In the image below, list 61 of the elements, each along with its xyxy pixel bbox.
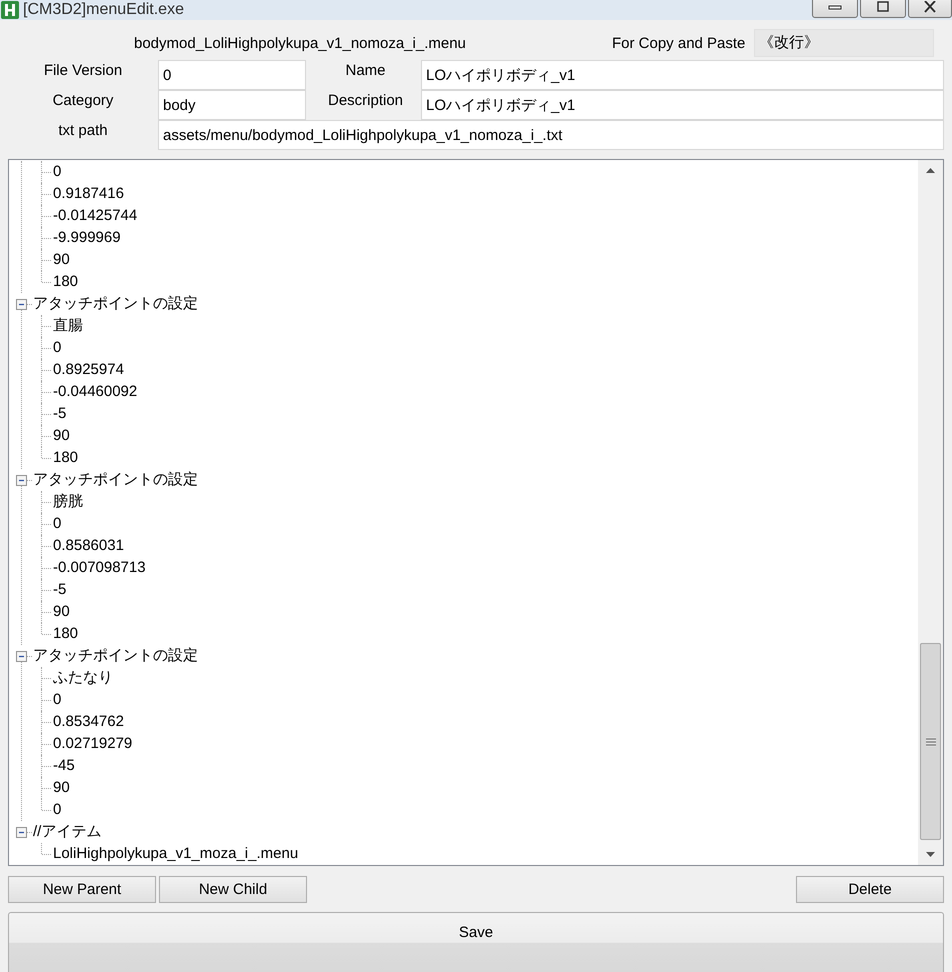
tree-node[interactable]: アタッチポイントの設定 (32, 470, 199, 490)
copy-paste-label: For Copy and Paste (612, 34, 746, 52)
tree-node[interactable]: 90 (52, 778, 71, 798)
tree-node[interactable]: アタッチポイントの設定 (32, 646, 199, 666)
tree-node[interactable]: 0.8586031 (52, 536, 125, 556)
collapse-icon[interactable] (16, 474, 27, 486)
tree-node[interactable]: 直腸 (52, 316, 84, 336)
tree-node[interactable]: 90 (52, 426, 71, 446)
collapse-icon[interactable] (16, 650, 27, 662)
field-label: Name (344, 61, 386, 79)
close-icon (923, 1, 937, 13)
maximize-icon (876, 1, 890, 13)
file-name: bodymod_LoliHighpolykupa_v1_nomoza_i_.menu (134, 34, 467, 52)
tree-node[interactable]: 0 (52, 514, 62, 534)
tree-node[interactable]: 90 (52, 602, 71, 622)
tree-node[interactable]: LoliHighpolykupa_v1_moza_i_.menu (52, 844, 300, 864)
input-field[interactable]: LOハイポリボディ_v1 (421, 90, 944, 120)
tree-node[interactable]: 0.8534762 (52, 712, 125, 732)
tree-node[interactable]: 0 (52, 162, 62, 182)
tree-node[interactable]: 0.8925974 (52, 360, 125, 380)
scroll-up-icon[interactable] (926, 168, 935, 173)
field-label: File Version (42, 61, 124, 79)
scroll-down-icon[interactable] (926, 852, 935, 857)
tree-node[interactable]: 膀胱 (52, 492, 84, 512)
field-label: Description (326, 91, 404, 109)
tree-node[interactable]: -45 (52, 756, 76, 776)
tree-node[interactable]: -5 (52, 580, 68, 600)
tree-node[interactable]: 0 (52, 690, 62, 710)
action-button[interactable]: New Child (159, 876, 307, 903)
tree-node[interactable]: 180 (52, 272, 80, 292)
tree-node[interactable]: 0.02719279 (52, 734, 134, 754)
tree-node[interactable]: -9.999969 (52, 228, 122, 248)
tree-node[interactable]: ふたなり (52, 668, 114, 688)
window-title: [CM3D2]menuEdit.exe (23, 1, 184, 19)
input-field[interactable]: body (158, 90, 306, 120)
tree-node[interactable]: 0.9187416 (52, 184, 125, 204)
scroll-thumb[interactable] (920, 643, 941, 840)
tree-node[interactable]: //アイテム (32, 822, 102, 842)
tree-node[interactable]: -0.007098713 (52, 558, 147, 578)
field-label: txt path (57, 121, 109, 139)
action-button[interactable]: Delete (796, 876, 944, 903)
tree-node[interactable]: -5 (52, 404, 68, 424)
tree-node[interactable]: 180 (52, 448, 80, 468)
copy-paste-field[interactable]: 《改行》 (754, 29, 934, 57)
tree-node[interactable]: 180 (52, 624, 80, 644)
input-field[interactable]: assets/menu/bodymod_LoliHighpolykupa_v1_nomoza_i_.txt (158, 120, 944, 150)
save-button[interactable]: Save (8, 912, 944, 972)
field-label: Category (52, 91, 114, 109)
action-button[interactable]: New Parent (8, 876, 156, 903)
collapse-icon[interactable] (16, 298, 27, 310)
app-icon (1, 1, 19, 19)
input-field[interactable]: LOハイポリボディ_v1 (421, 60, 944, 90)
input-field[interactable]: 0 (158, 60, 306, 90)
tree-node[interactable]: -0.01425744 (52, 206, 138, 226)
scrollbar[interactable] (918, 160, 943, 865)
collapse-icon[interactable] (16, 826, 27, 838)
tree-node[interactable]: 0 (52, 338, 62, 358)
tree-node[interactable]: -0.04460092 (52, 382, 138, 402)
tree-node[interactable]: 0 (52, 800, 62, 820)
tree-node[interactable]: アタッチポイントの設定 (32, 294, 199, 314)
tree-node[interactable]: 90 (52, 250, 71, 270)
